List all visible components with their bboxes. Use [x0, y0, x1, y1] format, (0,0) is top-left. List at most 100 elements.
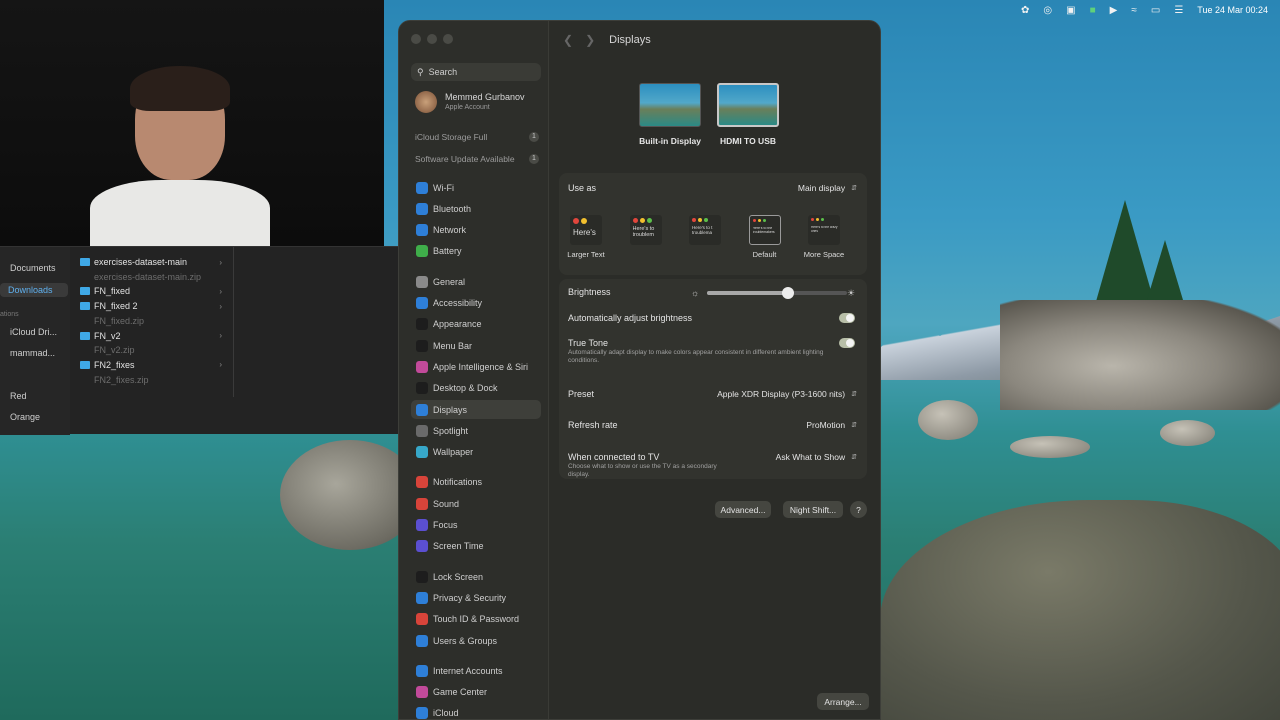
desktop-dock-icon — [416, 382, 428, 395]
refresh-rate-popup[interactable]: ProMotion ⇵ — [806, 420, 857, 430]
touch-id-password-icon — [416, 613, 428, 626]
lock-screen-icon — [416, 570, 428, 583]
wallpaper-rocks — [1000, 300, 1280, 410]
control-center-icon[interactable]: ☰ — [1174, 5, 1183, 16]
sidebar-item-apple-intelligence-siri[interactable]: Apple Intelligence & Siri — [411, 357, 541, 376]
true-tone-toggle[interactable] — [839, 338, 855, 348]
creative-cloud-icon[interactable]: ◎ — [1043, 5, 1052, 16]
use-as-label: Use as — [568, 183, 597, 193]
finder-sidebar-item[interactable]: Red — [10, 391, 27, 401]
sidebar-item-network[interactable]: Network — [411, 221, 541, 240]
advanced-button[interactable]: Advanced... — [715, 501, 771, 518]
zoom-button[interactable] — [443, 34, 453, 44]
finder-file-row[interactable]: exercises-dataset-main.zip — [80, 270, 230, 284]
preset-popup[interactable]: Apple XDR Display (P3-1600 nits) ⇵ — [717, 389, 857, 399]
finder-file-row[interactable]: FN2_fixes › — [80, 358, 230, 372]
battery-icon[interactable]: ▭ — [1151, 5, 1160, 16]
sidebar-item-displays[interactable]: Displays — [411, 400, 541, 419]
wallpaper-icon — [416, 446, 428, 459]
sidebar-item-spotlight[interactable]: Spotlight — [411, 421, 541, 440]
notion-icon[interactable]: ▣ — [1066, 5, 1075, 16]
finder-file-row[interactable]: exercises-dataset-main › — [80, 255, 230, 269]
notice-software-update[interactable]: Software Update Available 1 — [415, 154, 539, 164]
sidebar-item-label: Internet Accounts — [433, 665, 503, 676]
sidebar-item-game-center[interactable]: Game Center — [411, 683, 541, 702]
minimize-button[interactable] — [427, 34, 437, 44]
finder-file-row[interactable]: FN_fixed 2 › — [80, 299, 230, 313]
finder-sidebar-item[interactable]: iCloud Dri... — [10, 327, 57, 337]
finder-sidebar-item[interactable]: Orange — [10, 412, 40, 422]
sidebar-item-privacy-security[interactable]: Privacy & Security — [411, 588, 541, 607]
sidebar-item-battery[interactable]: Battery — [411, 242, 541, 261]
sidebar-item-lock-screen[interactable]: Lock Screen — [411, 567, 541, 586]
sidebar-item-label: Bluetooth — [433, 203, 472, 214]
finder-file-row[interactable]: FN_v2.zip — [80, 343, 230, 357]
sidebar-item-internet-accounts[interactable]: Internet Accounts — [411, 661, 541, 680]
sidebar-item-focus[interactable]: Focus — [411, 516, 541, 535]
finder-file-row[interactable]: FN_fixed.zip — [80, 314, 230, 328]
sidebar-item-notifications[interactable]: Notifications — [411, 473, 541, 492]
leaf-icon[interactable]: ✿ — [1021, 5, 1029, 16]
finder-sidebar-item[interactable]: Downloads — [0, 283, 68, 297]
resolution-option[interactable]: Here's to the troublemakers Default — [740, 215, 790, 259]
chevron-right-icon: › — [219, 286, 222, 296]
sidebar-item-appearance[interactable]: Appearance — [411, 315, 541, 334]
chevron-right-icon: › — [219, 257, 222, 267]
finder-file-row[interactable]: FN_v2 › — [80, 329, 230, 343]
resolution-option-label: Larger Text — [567, 250, 605, 259]
search-placeholder: Search — [428, 67, 458, 77]
sidebar-item-sound[interactable]: Sound — [411, 494, 541, 513]
finder-file-name: FN_fixed 2 — [94, 301, 138, 312]
brightness-slider-knob[interactable] — [782, 287, 795, 299]
sidebar-item-users-groups[interactable]: Users & Groups — [411, 631, 541, 650]
resolution-option[interactable]: Here's Larger Text — [561, 215, 611, 259]
play-icon[interactable]: ▶ — [1110, 5, 1118, 16]
sidebar-item-wallpaper[interactable]: Wallpaper — [411, 443, 541, 462]
help-button[interactable]: ? — [850, 501, 867, 518]
facetime-icon[interactable]: ■ — [1090, 5, 1096, 16]
spotlight-icon — [416, 424, 428, 437]
menubar-clock[interactable]: Tue 24 Mar 00:24 — [1197, 5, 1268, 15]
account-row[interactable]: Memmed Gurbanov Apple Account — [415, 91, 525, 113]
brightness-slider[interactable] — [707, 287, 847, 299]
sidebar-item-desktop-dock[interactable]: Desktop & Dock — [411, 379, 541, 398]
sidebar-item-label: Lock Screen — [433, 571, 484, 582]
forward-arrow-icon[interactable]: ❯ — [585, 33, 595, 47]
finder-file-row[interactable]: FN2_fixes.zip — [80, 373, 230, 387]
folder-icon — [80, 302, 90, 311]
sidebar-item-icloud[interactable]: iCloud — [411, 704, 541, 719]
resolution-option[interactable]: Here's to troublem — [621, 215, 671, 250]
sidebar-item-bluetooth[interactable]: Bluetooth — [411, 199, 541, 218]
use-as-panel: Use as Main display ⇵ Here's Larger Text He… — [559, 173, 867, 275]
resolution-option[interactable]: Here's to the crazy ones More Space — [799, 215, 849, 259]
finder-file-row[interactable]: FN_fixed › — [80, 284, 230, 298]
sidebar-item-accessibility[interactable]: Accessibility — [411, 294, 541, 313]
display-builtin[interactable]: Built-in Display — [639, 83, 701, 146]
resolution-option-label: More Space — [803, 250, 845, 259]
finder-sidebar-item[interactable]: Documents — [10, 263, 56, 273]
back-arrow-icon[interactable]: ❮ — [563, 33, 573, 47]
use-as-popup[interactable]: Main display ⇵ — [798, 183, 857, 193]
arrange-button[interactable]: Arrange... — [817, 693, 869, 710]
wifi-icon[interactable]: ≈ — [1131, 5, 1137, 16]
display-hdmi[interactable]: HDMI TO USB — [717, 83, 779, 146]
close-button[interactable] — [411, 34, 421, 44]
sidebar-item-wi-fi[interactable]: Wi-Fi — [411, 178, 541, 197]
general-icon — [416, 275, 428, 288]
auto-brightness-toggle[interactable] — [839, 313, 855, 323]
sidebar-item-label: Battery — [433, 246, 462, 257]
night-shift-button[interactable]: Night Shift... — [783, 501, 843, 518]
finder-file-name: FN_fixed.zip — [94, 315, 145, 326]
folder-icon — [80, 258, 90, 266]
sidebar-item-touch-id-password[interactable]: Touch ID & Password — [411, 610, 541, 629]
sidebar-item-general[interactable]: General — [411, 272, 541, 291]
resolution-option[interactable]: Here's to t troublema — [680, 215, 730, 250]
notice-icloud-storage[interactable]: iCloud Storage Full 1 — [415, 132, 539, 142]
refresh-rate-label: Refresh rate — [568, 420, 618, 430]
resolution-preview: Here's to the troublemakers — [748, 215, 781, 245]
sidebar-item-screen-time[interactable]: Screen Time — [411, 537, 541, 556]
tv-popup[interactable]: Ask What to Show ⇵ — [776, 452, 857, 462]
sidebar-item-menu-bar[interactable]: Menu Bar — [411, 336, 541, 355]
search-field[interactable]: ⚲ Search — [411, 63, 541, 81]
finder-sidebar-item[interactable]: mammad... — [10, 348, 55, 358]
